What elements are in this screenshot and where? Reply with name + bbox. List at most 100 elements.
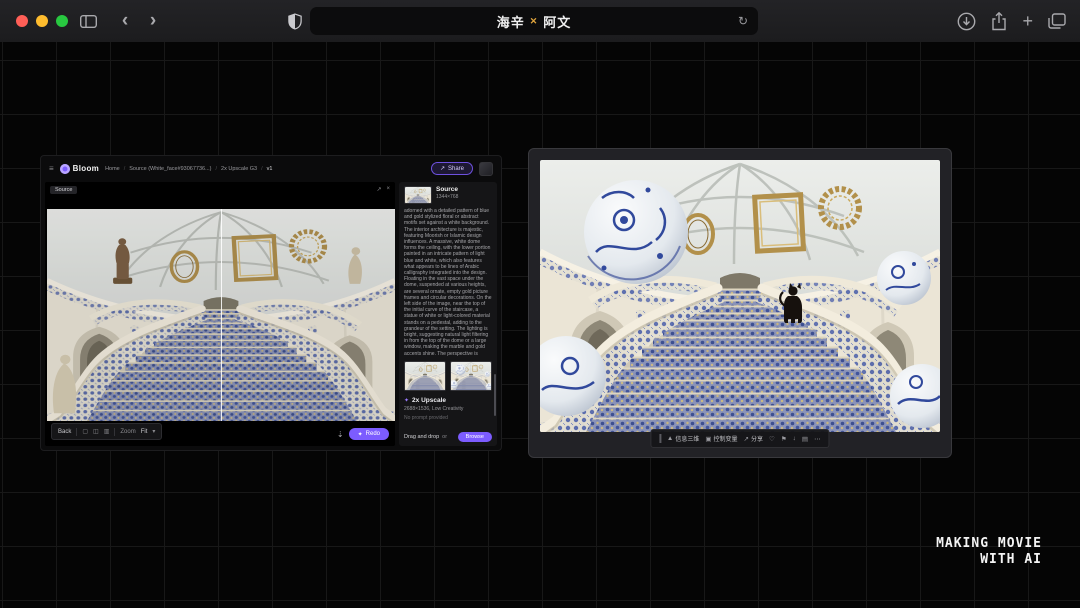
- drag-label: Drag and drop: [404, 434, 439, 440]
- share-label: Share: [448, 166, 464, 172]
- download-icon[interactable]: ⇣: [337, 430, 344, 439]
- back-icon: ‹: [122, 0, 128, 42]
- toolbar-item-label: 信息三维: [675, 434, 699, 443]
- drag-handle[interactable]: [659, 434, 661, 443]
- result-toolbar: ▲ 信息三维 ▣ 控制变量 ↗ 分享 ♡ ⚑ ↓ ▤ ⋯: [650, 429, 829, 448]
- toolbar-right-cluster: +: [957, 0, 1066, 42]
- bloom-app-window: ≡ Bloom Home / Source (White_face#930677…: [40, 155, 502, 451]
- toolbar-item-control[interactable]: ▣ 控制变量: [705, 434, 737, 443]
- breadcrumb-upscale[interactable]: 2x Upscale G3: [221, 166, 257, 172]
- reload-button[interactable]: ↻: [738, 14, 749, 28]
- share-button[interactable]: [991, 12, 1007, 31]
- bloom-share-button[interactable]: ↗ Share: [431, 162, 473, 175]
- compare-slider-handle[interactable]: [221, 209, 222, 421]
- watermark-line2: WITH AI: [936, 552, 1042, 568]
- close-icon[interactable]: ×: [386, 186, 390, 193]
- download-icon[interactable]: ↓: [793, 435, 796, 442]
- minimize-window-button[interactable]: [36, 15, 48, 27]
- staircase-artwork-upscaled: [540, 160, 940, 432]
- more-icon[interactable]: ⋯: [814, 435, 821, 443]
- prompt-text: adorned with a detailed pattern of blue …: [404, 208, 492, 356]
- expand-icon[interactable]: ↗: [376, 186, 381, 193]
- watermark: MAKING MOVIE WITH AI: [936, 536, 1042, 568]
- source-title: Source: [436, 186, 458, 193]
- redo-button[interactable]: ✦ Redo: [349, 428, 389, 440]
- browser-toolbar: ‹ › 海辛 ✕ 阿文 ↻ +: [0, 0, 1080, 43]
- source-dimensions: 1344×768: [436, 194, 458, 200]
- result-thumbnail[interactable]: [404, 361, 446, 391]
- view-mode-single-button[interactable]: ▢: [82, 428, 88, 435]
- forward-button[interactable]: ›: [142, 0, 164, 42]
- no-prompt-note: No prompt provided: [404, 415, 492, 421]
- dropzone[interactable]: Drag and drop or Browse: [404, 432, 492, 442]
- result-thumbnail[interactable]: [450, 361, 492, 391]
- toolbar-item-share[interactable]: ↗ 分享: [744, 434, 763, 443]
- zoom-value[interactable]: Fit: [141, 429, 148, 435]
- redo-label: Redo: [366, 431, 380, 437]
- address-bar[interactable]: 海辛 ✕ 阿文 ↻: [310, 7, 758, 35]
- toolbar-item-label: 控制变量: [714, 434, 738, 443]
- zoom-label: Zoom: [120, 429, 135, 435]
- cube-icon: ▲: [667, 435, 673, 442]
- tab-overview-button[interactable]: [1048, 13, 1066, 29]
- upscale-heading: ✦ 2x Upscale: [404, 397, 492, 404]
- window-controls: [16, 15, 68, 27]
- toolbar-item-label: 分享: [751, 434, 763, 443]
- webpage-canvas: ≡ Bloom Home / Source (White_face#930677…: [0, 42, 1080, 608]
- toolbar-item-info[interactable]: ▲ 信息三维: [667, 434, 699, 443]
- view-mode-grid-button[interactable]: ▥: [104, 428, 110, 435]
- page-title-right: 阿文: [543, 12, 571, 31]
- chevron-down-icon[interactable]: ▾: [152, 428, 155, 435]
- bloom-header: ≡ Bloom Home / Source (White_face#930677…: [41, 156, 501, 181]
- breadcrumb: Home / Source (White_face#93067736...) /…: [105, 166, 272, 172]
- new-tab-button[interactable]: +: [1022, 11, 1033, 32]
- upscale-title: 2x Upscale: [412, 397, 446, 404]
- upscale-meta: 2688×1536, Low Creativity: [404, 406, 492, 412]
- breadcrumb-separator: /: [261, 166, 263, 172]
- privacy-shield-button[interactable]: [284, 0, 306, 42]
- result-thumbnails: [404, 361, 492, 391]
- toolbar-divider: [114, 428, 115, 436]
- heart-icon[interactable]: ♡: [769, 435, 775, 443]
- toolbar-divider: [76, 428, 77, 436]
- watermark-line1: MAKING MOVIE: [936, 536, 1042, 552]
- result-frame: ▲ 信息三维 ▣ 控制变量 ↗ 分享 ♡ ⚑ ↓ ▤ ⋯: [528, 148, 952, 458]
- breadcrumb-version[interactable]: v1: [267, 166, 273, 172]
- downloads-button[interactable]: [957, 12, 976, 31]
- breadcrumb-separator: /: [216, 166, 218, 172]
- forward-icon: ›: [150, 0, 156, 42]
- upscaled-image: [540, 160, 940, 432]
- bloom-logo-icon: [60, 164, 70, 174]
- title-separator: ✕: [530, 16, 539, 27]
- or-label: or: [442, 434, 447, 440]
- viewer-corner-controls: ↗ ×: [376, 186, 390, 193]
- source-chip: Source: [50, 186, 77, 194]
- sidebar-toggle-button[interactable]: [76, 0, 100, 42]
- back-button[interactable]: ‹: [114, 0, 136, 42]
- browse-button[interactable]: Browse: [458, 432, 492, 442]
- close-window-button[interactable]: [16, 15, 28, 27]
- sparkle-icon: ✦: [358, 431, 363, 438]
- breadcrumb-home[interactable]: Home: [105, 166, 120, 172]
- flag-icon[interactable]: ⚑: [781, 435, 787, 443]
- share-icon: ↗: [440, 165, 445, 172]
- view-mode-split-button[interactable]: ◫: [93, 428, 99, 435]
- menu-icon[interactable]: ≡: [49, 164, 54, 173]
- share-icon: ↗: [744, 435, 749, 443]
- source-thumbnail[interactable]: [404, 186, 432, 204]
- bloom-brand-text: Bloom: [73, 164, 99, 173]
- panel-icon: ▣: [705, 435, 711, 443]
- page-title-left: 海辛: [497, 12, 525, 31]
- sidebar-scrollbar[interactable]: [494, 374, 496, 416]
- sparkle-icon: ✦: [404, 397, 409, 404]
- breadcrumb-source[interactable]: Source (White_face#93067736...): [129, 166, 211, 172]
- zoom-window-button[interactable]: [56, 15, 68, 27]
- avatar[interactable]: [479, 162, 493, 176]
- viewer-back-button[interactable]: Back: [58, 429, 71, 435]
- grid-icon[interactable]: ▤: [802, 435, 808, 443]
- image-viewer: Source ↗ × Back ▢ ◫ ▥ Zoom Fit ▾: [45, 182, 395, 446]
- bloom-logo[interactable]: Bloom: [60, 164, 99, 174]
- shield-icon: [288, 13, 302, 30]
- screenshot: ‹ › 海辛 ✕ 阿文 ↻ +: [0, 0, 1080, 608]
- details-sidebar: Source 1344×768 adorned with a detailed …: [399, 182, 497, 446]
